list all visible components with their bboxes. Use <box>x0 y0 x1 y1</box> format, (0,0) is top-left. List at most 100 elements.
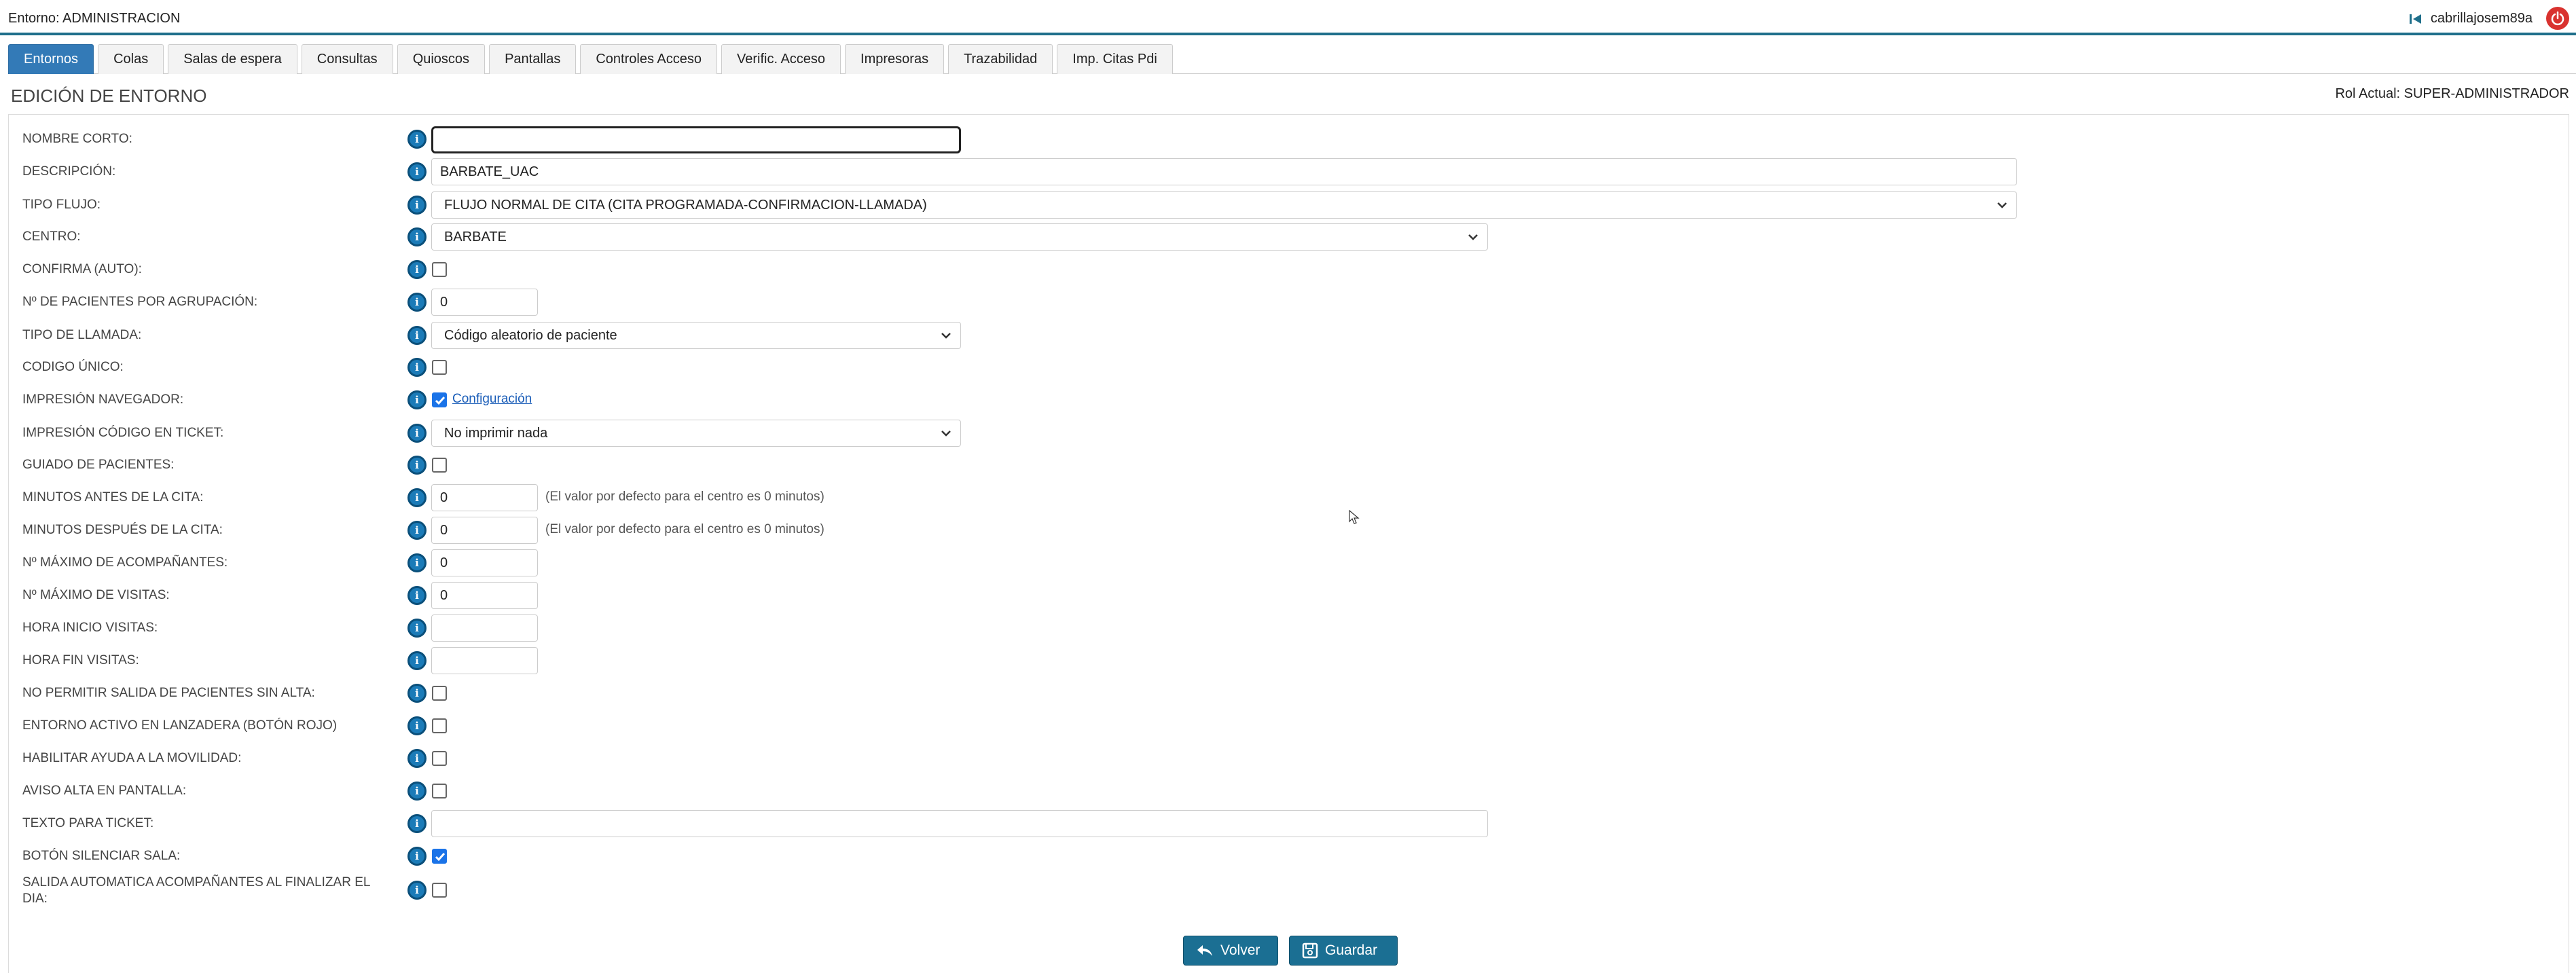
nombre-corto-label: NOMBRE CORTO: <box>22 132 132 146</box>
volver-label: Volver <box>1220 942 1260 958</box>
info-icon[interactable]: i <box>407 326 427 345</box>
info-icon[interactable]: i <box>407 619 427 638</box>
hora-inicio-visitas-input[interactable] <box>431 614 538 642</box>
tab-quioscos[interactable]: Quioscos <box>397 44 486 74</box>
environment-label: Entorno: ADMINISTRACION <box>8 11 181 26</box>
max-acompanantes-input[interactable]: 0 <box>431 549 538 576</box>
salida-automatica-label: SALIDA AUTOMATICA ACOMPAÑANTES AL FINALI… <box>22 875 370 907</box>
guardar-button[interactable]: Guardar <box>1289 936 1398 966</box>
minutos-despues-hint: (El valor por defecto para el centro es … <box>545 522 824 536</box>
info-icon-glyph: i <box>415 427 419 439</box>
info-icon[interactable]: i <box>407 814 427 833</box>
info-icon[interactable]: i <box>407 847 427 866</box>
tipo-flujo-select[interactable]: FLUJO NORMAL DE CITA (CITA PROGRAMADA-CO… <box>431 191 2017 219</box>
tab-consultas[interactable]: Consultas <box>301 44 393 74</box>
info-icon[interactable]: i <box>407 749 427 768</box>
info-icon[interactable]: i <box>407 130 427 149</box>
user-info: cabrillajosem89a <box>2409 11 2533 26</box>
tab-trazabilidad[interactable]: Trazabilidad <box>948 44 1053 74</box>
descripcion-input[interactable]: BARBATE_UAC <box>431 158 2017 185</box>
hora-fin-visitas-input[interactable] <box>431 647 538 674</box>
boton-silenciar-label: BOTÓN SILENCIAR SALA: <box>22 849 181 863</box>
chevron-down-icon <box>1997 202 2007 208</box>
tipo-llamada-label: TIPO DE LLAMADA: <box>22 328 142 342</box>
centro-select[interactable]: BARBATE <box>431 223 1488 251</box>
max-acompanantes-label: Nº MÁXIMO DE ACOMPAÑANTES: <box>22 555 228 570</box>
hora-inicio-visitas-label: HORA INICIO VISITAS: <box>22 621 158 635</box>
no-permitir-salida-checkbox[interactable] <box>432 686 447 701</box>
tab-colas[interactable]: Colas <box>98 44 164 74</box>
pacientes-agrupacion-input[interactable]: 0 <box>431 289 538 316</box>
info-icon[interactable]: i <box>407 162 427 181</box>
entorno-activo-lanzadera-checkbox[interactable] <box>432 718 447 733</box>
current-role: Rol Actual: SUPER-ADMINISTRADOR <box>2335 86 2569 101</box>
checkmark-icon <box>435 853 446 862</box>
max-visitas-label: Nº MÁXIMO DE VISITAS: <box>22 588 170 602</box>
info-icon[interactable]: i <box>407 227 427 246</box>
boton-silenciar-checkbox[interactable] <box>432 849 447 864</box>
volver-button[interactable]: Volver <box>1183 936 1278 966</box>
tipo-llamada-value: Código aleatorio de paciente <box>444 327 617 343</box>
info-icon[interactable]: i <box>407 424 427 443</box>
logout-arrow-icon[interactable] <box>2409 12 2423 26</box>
configuracion-link[interactable]: Configuración <box>452 392 532 407</box>
info-icon[interactable]: i <box>407 782 427 801</box>
info-icon[interactable]: i <box>407 293 427 312</box>
texto-ticket-input[interactable] <box>431 810 1488 837</box>
info-icon-glyph: i <box>415 231 419 243</box>
minutos-antes-input[interactable]: 0 <box>431 484 538 511</box>
info-icon[interactable]: i <box>407 358 427 377</box>
info-icon-glyph: i <box>415 166 419 178</box>
salida-automatica-label-line2: DIA: <box>22 892 48 906</box>
tab-verific-acceso[interactable]: Verific. Acceso <box>721 44 841 74</box>
info-icon[interactable]: i <box>407 586 427 605</box>
tab-pantallas[interactable]: Pantallas <box>489 44 577 74</box>
centro-value: BARBATE <box>444 229 507 244</box>
aviso-alta-checkbox[interactable] <box>432 784 447 798</box>
minutos-despues-input[interactable]: 0 <box>431 517 538 544</box>
tipo-flujo-value: FLUJO NORMAL DE CITA (CITA PROGRAMADA-CO… <box>444 197 927 213</box>
info-icon[interactable]: i <box>407 456 427 475</box>
info-icon[interactable]: i <box>407 488 427 507</box>
info-icon-glyph: i <box>415 752 419 765</box>
tab-impresoras[interactable]: Impresoras <box>845 44 945 74</box>
info-icon[interactable]: i <box>407 553 427 572</box>
info-icon-glyph: i <box>415 622 419 634</box>
centro-label: CENTRO: <box>22 230 81 244</box>
tab-controles-acceso[interactable]: Controles Acceso <box>580 44 717 74</box>
entorno-activo-lanzadera-label: ENTORNO ACTIVO EN LANZADERA (BOTÓN ROJO) <box>22 718 338 733</box>
tipo-llamada-select[interactable]: Código aleatorio de paciente <box>431 322 961 349</box>
guiado-pacientes-checkbox[interactable] <box>432 458 447 473</box>
confirma-auto-label: CONFIRMA (AUTO): <box>22 262 142 276</box>
info-icon-glyph: i <box>415 589 419 602</box>
info-icon[interactable]: i <box>407 716 427 735</box>
info-icon[interactable]: i <box>407 196 427 215</box>
codigo-unico-checkbox[interactable] <box>432 360 447 375</box>
info-icon[interactable]: i <box>407 881 427 900</box>
impresion-codigo-ticket-select[interactable]: No imprimir nada <box>431 420 961 447</box>
tipo-flujo-label: TIPO FLUJO: <box>22 198 101 212</box>
confirma-auto-checkbox[interactable] <box>432 262 447 277</box>
back-arrow-icon <box>1197 945 1212 956</box>
info-icon-glyph: i <box>415 884 419 896</box>
info-icon-glyph: i <box>415 394 419 406</box>
info-icon[interactable]: i <box>407 684 427 703</box>
ayuda-movilidad-checkbox[interactable] <box>432 751 447 766</box>
info-icon-glyph: i <box>415 329 419 342</box>
impresion-navegador-checkbox[interactable] <box>432 392 447 407</box>
tab-entornos[interactable]: Entornos <box>8 44 94 74</box>
nombre-corto-input[interactable] <box>431 126 961 153</box>
info-icon[interactable]: i <box>407 651 427 670</box>
tab-imp-citas-pdi[interactable]: Imp. Citas Pdi <box>1057 44 1173 74</box>
page-title: EDICIÓN DE ENTORNO <box>11 86 207 106</box>
info-icon[interactable]: i <box>407 390 427 409</box>
guiado-pacientes-label: GUIADO DE PACIENTES: <box>22 458 175 472</box>
info-icon[interactable]: i <box>407 260 427 279</box>
max-visitas-input[interactable]: 0 <box>431 582 538 609</box>
power-off-button[interactable] <box>2546 7 2569 30</box>
info-icon-glyph: i <box>415 492 419 504</box>
tab-salas-de-espera[interactable]: Salas de espera <box>168 44 297 74</box>
no-permitir-salida-label: NO PERMITIR SALIDA DE PACIENTES SIN ALTA… <box>22 686 315 700</box>
info-icon[interactable]: i <box>407 521 427 540</box>
salida-automatica-checkbox[interactable] <box>432 883 447 898</box>
